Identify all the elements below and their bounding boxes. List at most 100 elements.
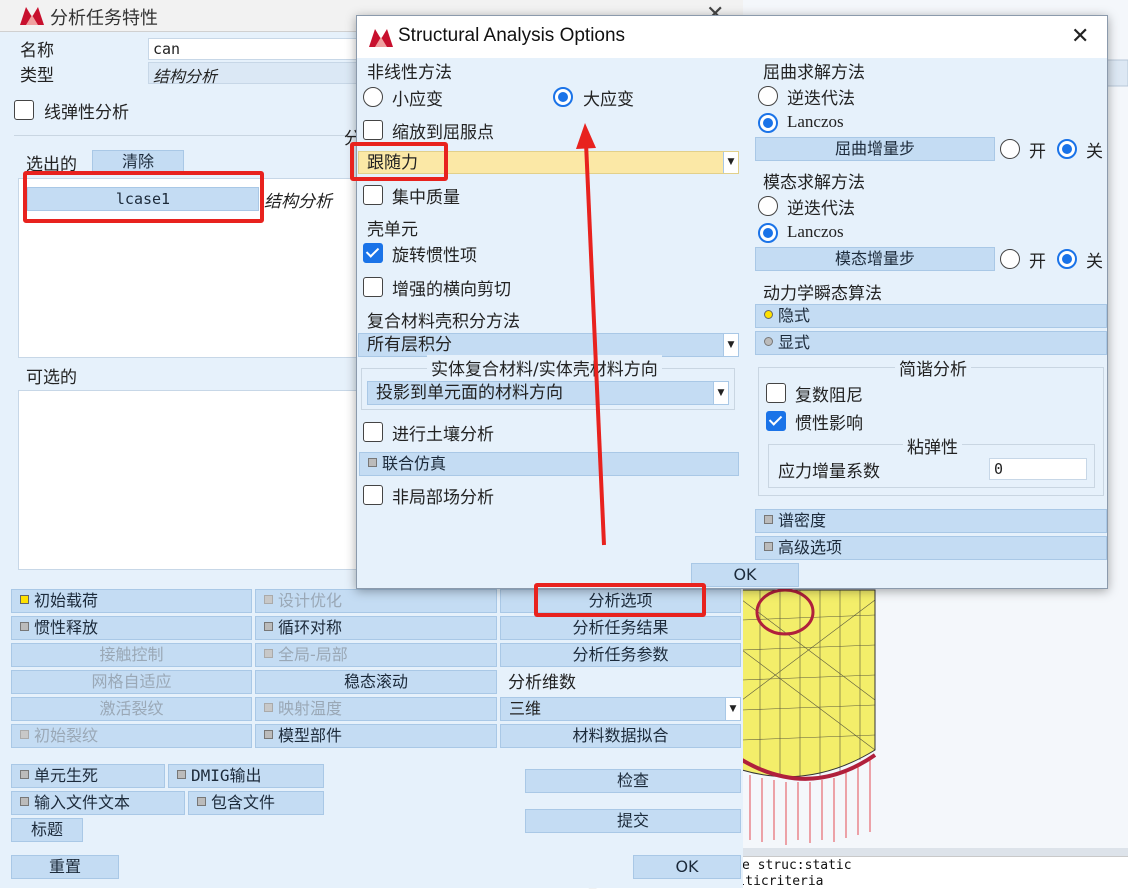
model-sections-button[interactable]: 模型部件 [255,724,497,748]
complex-damping-label: 复数阻尼 [795,386,863,406]
stress-increment-input[interactable]: 0 [989,458,1087,480]
available-label: 可选的 [26,368,77,388]
enhanced-shear-label: 增强的横向剪切 [392,280,511,300]
dialog-ok-button[interactable]: OK [691,563,799,587]
inertia-relief-button[interactable]: 惯性释放 [11,616,252,640]
modal-inverse-radio[interactable] [758,196,778,216]
composite-select[interactable]: 所有层积分 ▼ [358,333,739,357]
solid-composite-heading: 实体复合材料/实体壳材料方向 [427,355,662,380]
title-button[interactable]: 标题 [11,818,83,842]
design-optimization-button: 设计优化 [255,589,497,613]
inertia-effects-label: 惯性影响 [795,414,863,434]
inertia-effects-checkbox[interactable] [766,411,786,431]
dialog-body: 非线性方法 小应变 大应变 缩放到屈服点 跟随力 ▼ 集中质量 壳单元 旋转惯性… [357,58,1107,588]
enhanced-shear-checkbox[interactable] [363,277,383,297]
lumped-mass-label: 集中质量 [392,188,460,208]
lumped-mass-checkbox[interactable] [363,185,383,205]
steady-rolling-button[interactable]: 稳态滚动 [255,670,497,694]
material-fitting-button[interactable]: 材料数据拟合 [500,724,741,748]
spectral-density-button[interactable]: 谱密度 [755,509,1107,533]
name-value: can [153,40,181,58]
modal-inverse-label: 逆迭代法 [787,199,855,219]
initial-loads-button[interactable]: 初始载荷 [11,589,252,613]
dmig-output-button[interactable]: DMIG输出 [168,764,324,788]
buckling-increment-on-label: 开 [1029,142,1046,162]
modal-increment-off-radio[interactable] [1057,249,1077,269]
input-file-text-button[interactable]: 输入文件文本 [11,791,185,815]
square-indicator-icon [20,622,29,631]
scale-to-yield-checkbox[interactable] [363,120,383,140]
square-indicator-icon [177,770,186,779]
small-strain-radio[interactable] [363,87,383,107]
highlight-lcase1 [23,171,264,223]
command-area[interactable]: e struc:static Command > *loadcase_optio… [440,856,1128,889]
type-label: 类型 [20,66,54,86]
square-indicator-icon [20,730,29,739]
name-field[interactable]: can [148,38,368,60]
marc-logo-icon [20,7,44,25]
solid-composite-select[interactable]: 投影到单元面的材料方向 ▼ [367,381,729,405]
modal-increment-on-radio[interactable] [1000,249,1020,269]
square-indicator-icon [20,797,29,806]
explicit-button[interactable]: 显式 [755,331,1107,355]
buckling-increment-button[interactable]: 屈曲增量步 [755,137,995,161]
dimension-select[interactable]: 三维 ▼ [500,697,741,721]
job-parameters-button[interactable]: 分析任务参数 [500,643,741,667]
cosimulation-button[interactable]: 联合仿真 [359,452,739,476]
type-field: 结构分析 [148,62,368,86]
section-divider [14,135,356,136]
advanced-options-button[interactable]: 高级选项 [755,536,1107,560]
task-ok-button[interactable]: OK [633,855,741,879]
modal-lanczos-radio[interactable] [758,223,778,243]
buckling-lanczos-radio[interactable] [758,113,778,133]
nonlocal-checkbox[interactable] [363,485,383,505]
soil-analysis-checkbox[interactable] [363,422,383,442]
buckling-increment-off-radio[interactable] [1057,139,1077,159]
reset-button[interactable]: 重置 [11,855,119,879]
rotary-inertia-checkbox[interactable] [363,243,383,263]
square-indicator-icon [264,649,273,658]
linear-elastic-label: 线弹性分析 [44,103,129,123]
scale-to-yield-label: 缩放到屈服点 [392,123,494,143]
buckling-inverse-radio[interactable] [758,86,778,106]
square-indicator-icon [20,595,29,604]
selected-item-type: 结构分析 [264,192,332,212]
dialog-titlebar[interactable]: Structural Analysis Options ✕ [357,16,1107,58]
type-value: 结构分析 [153,67,218,86]
mapped-temperature-button: 映射温度 [255,697,497,721]
complex-damping-checkbox[interactable] [766,383,786,403]
submit-button[interactable]: 提交 [525,809,741,833]
modal-increment-button[interactable]: 模态增量步 [755,247,995,271]
mesh-adaptivity-button: 网格自适应 [11,670,252,694]
cyclic-symmetry-button[interactable]: 循环对称 [255,616,497,640]
transient-heading: 动力学瞬态算法 [763,284,882,304]
chevron-down-icon: ▼ [723,334,738,356]
viscoelastic-heading: 粘弹性 [903,433,962,458]
chevron-down-icon: ▼ [725,698,740,720]
square-indicator-icon [368,458,377,467]
square-indicator-icon [764,542,773,551]
modal-heading: 模态求解方法 [763,173,865,193]
implicit-button[interactable]: 隐式 [755,304,1107,328]
modal-lanczos-label: Lanczos [787,222,844,241]
annotation-arrow [576,123,606,546]
linear-elastic-checkbox[interactable] [14,100,34,120]
include-file-button[interactable]: 包含文件 [188,791,324,815]
close-icon[interactable]: ✕ [1071,24,1089,49]
buckling-increment-on-radio[interactable] [1000,139,1020,159]
soil-analysis-label: 进行土壤分析 [392,425,494,445]
buckling-inverse-label: 逆迭代法 [787,89,855,109]
job-results-button[interactable]: 分析任务结果 [500,616,741,640]
check-button[interactable]: 检查 [525,769,741,793]
square-indicator-icon [20,770,29,779]
activate-cracks-button: 激活裂纹 [11,697,252,721]
square-indicator-icon [264,703,273,712]
shell-heading: 壳单元 [367,220,418,240]
element-birth-death-button[interactable]: 单元生死 [11,764,165,788]
rotary-inertia-label: 旋转惯性项 [392,246,477,266]
contact-control-button: 接触控制 [11,643,252,667]
large-strain-radio[interactable] [553,87,573,107]
chevron-down-icon: ▼ [723,152,738,173]
square-indicator-icon [264,622,273,631]
available-list[interactable] [18,390,358,570]
